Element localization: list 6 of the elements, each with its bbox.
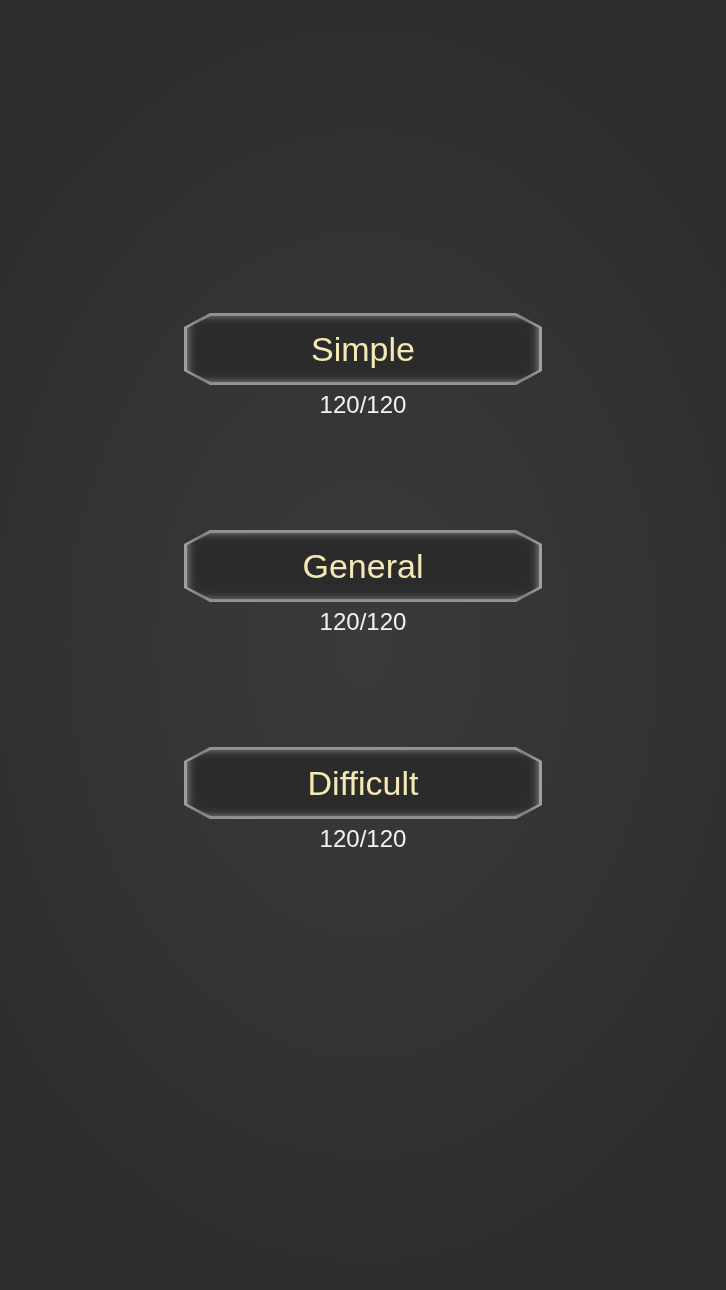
level-score: 120/120 bbox=[319, 825, 407, 853]
level-button[interactable]: General bbox=[184, 530, 542, 602]
level-score: 120/120 bbox=[319, 608, 407, 636]
level-button[interactable]: Difficult bbox=[184, 747, 542, 819]
level-score: 120/120 bbox=[319, 391, 407, 419]
level-button[interactable]: Simple bbox=[184, 313, 542, 385]
